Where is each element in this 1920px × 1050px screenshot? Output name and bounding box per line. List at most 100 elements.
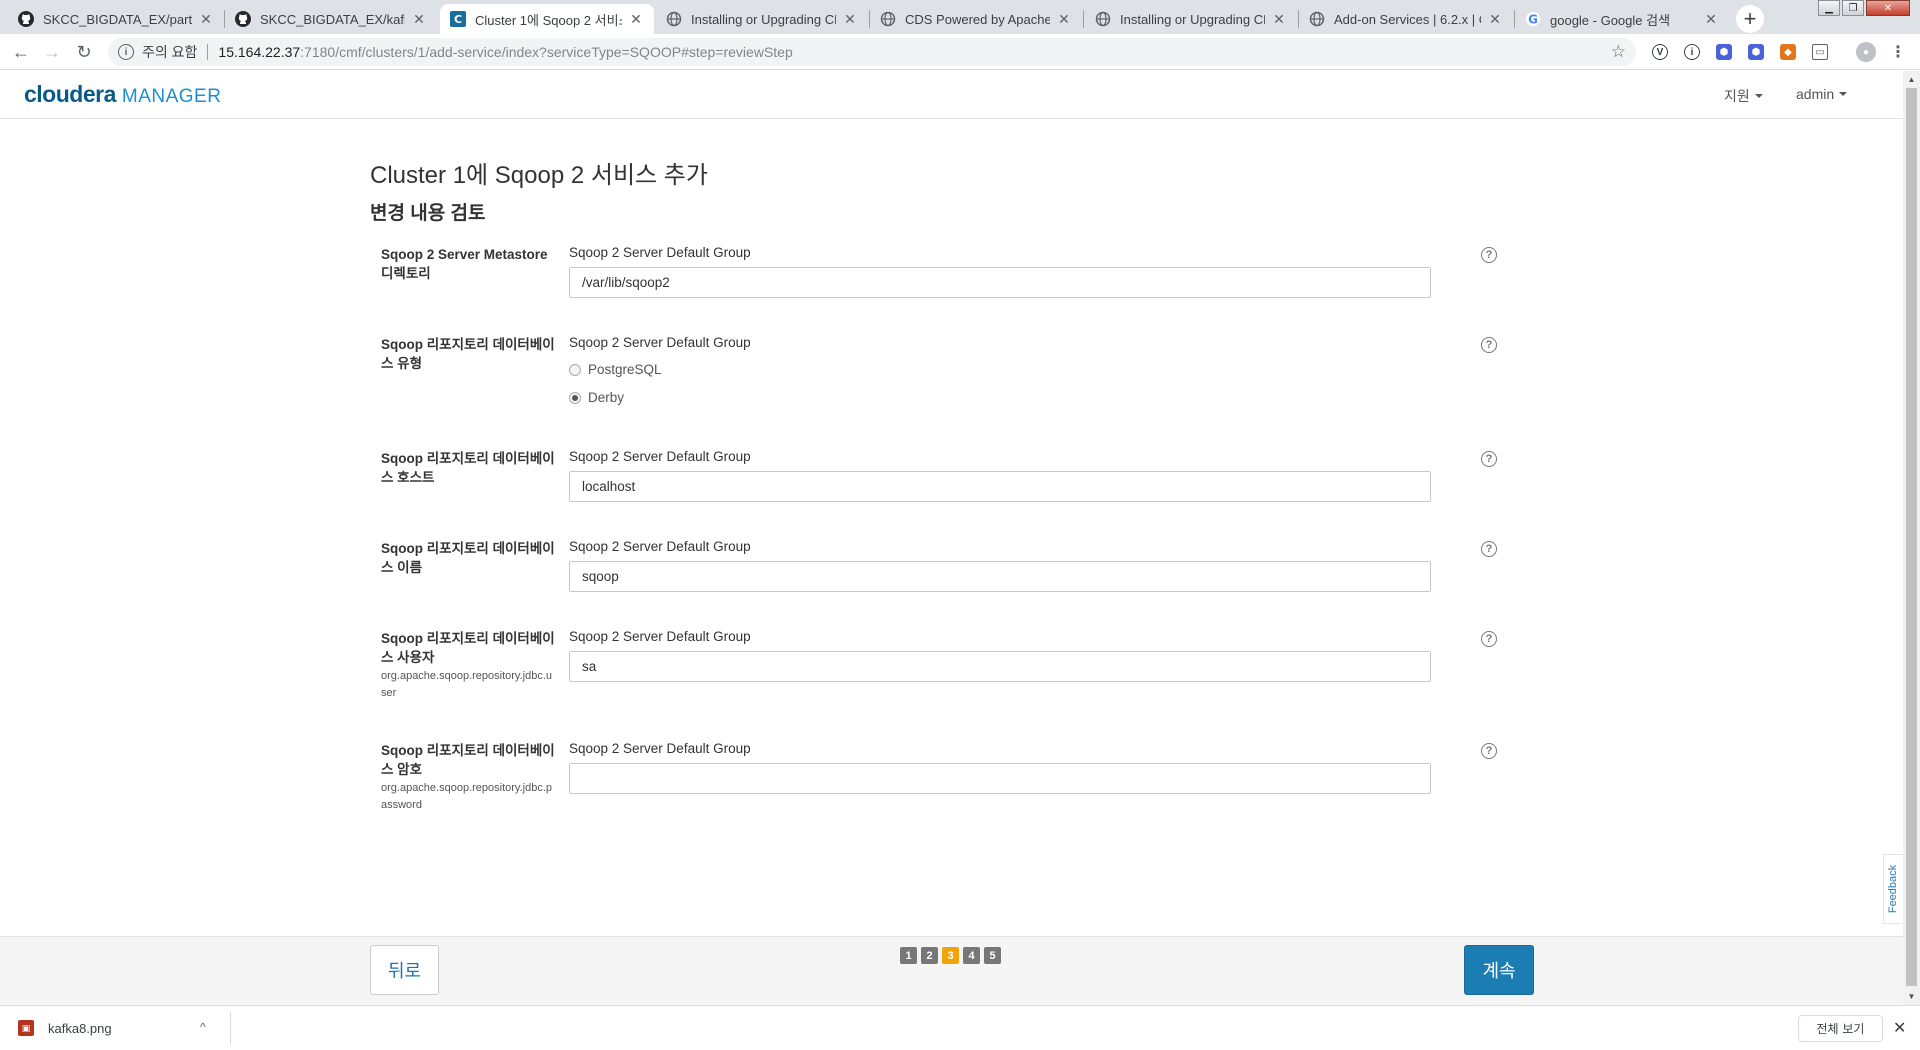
page-title: Cluster 1에 Sqoop 2 서비스 추가 (370, 162, 708, 189)
radio-label: PostgreSQL (588, 362, 662, 377)
step-5[interactable]: 5 (984, 947, 1001, 964)
close-icon[interactable]: ✕ (1271, 11, 1287, 27)
cast-icon[interactable]: ▭ (1812, 44, 1828, 60)
close-icon[interactable]: ✕ (628, 11, 644, 27)
browser-tab[interactable]: Installing or Upgrading CDH ✕ (1085, 4, 1297, 34)
config-label: Sqoop 2 Server Metastore 디렉토리 (381, 247, 548, 281)
radio-button-selected[interactable] (569, 391, 581, 404)
help-icon[interactable]: ? (1481, 541, 1497, 557)
config-group-label: Sqoop 2 Server Default Group (569, 629, 751, 644)
profile-avatar-icon[interactable]: ● (1856, 42, 1876, 62)
radio-derby[interactable]: Derby (569, 390, 624, 405)
globe-icon (666, 11, 682, 27)
tab-title: Installing or Upgrading CDH (691, 11, 836, 27)
close-icon[interactable]: ✕ (1703, 11, 1719, 27)
config-label: Sqoop 리포지토리 데이터베이스 유형 (381, 337, 555, 371)
browser-tab[interactable]: SKCC_BIGDATA_EX/kafka_su ✕ (225, 4, 437, 34)
close-icon[interactable]: ✕ (1487, 11, 1503, 27)
metamask-icon[interactable]: ◆ (1780, 44, 1796, 60)
scrollbar-thumb[interactable] (1906, 88, 1917, 986)
restore-button[interactable]: ❐ (1842, 0, 1864, 16)
radio-label: Derby (588, 390, 625, 405)
download-item[interactable]: ▣ kafka8.png (18, 1015, 112, 1041)
back-arrow-icon[interactable]: ← (7, 38, 35, 66)
config-row-db-host: Sqoop 리포지토리 데이터베이스 호스트 Sqoop 2 Server De… (381, 449, 1501, 509)
db-user-input[interactable] (569, 651, 1431, 682)
support-menu[interactable]: 지원 (1724, 86, 1763, 106)
config-row-db-name: Sqoop 리포지토리 데이터베이스 이름 Sqoop 2 Server Def… (381, 539, 1501, 599)
vertical-scrollbar[interactable]: ▲ ▼ (1903, 71, 1920, 1005)
address-bar[interactable]: i 주의 요함 15.164.22.37:7180/cmf/clusters/1… (108, 38, 1636, 66)
browser-tab[interactable]: Add-on Services | 6.2.x | Cl ✕ (1299, 4, 1513, 34)
config-group-label: Sqoop 2 Server Default Group (569, 449, 751, 464)
reload-icon[interactable]: ↻ (70, 38, 98, 66)
user-menu-label: admin (1796, 86, 1835, 102)
browser-tab[interactable]: G google - Google 검색 ✕ (1515, 4, 1729, 34)
feedback-tab[interactable]: Feedback (1883, 854, 1903, 924)
image-file-icon: ▣ (18, 1020, 34, 1036)
scroll-up-arrow-icon[interactable]: ▲ (1903, 71, 1920, 88)
extension-icon[interactable]: ⬢ (1716, 44, 1732, 60)
caret-down-icon (1754, 94, 1763, 98)
url-path: :7180/cmf/clusters/1/add-service/index?s… (300, 44, 793, 60)
config-row-db-password: Sqoop 리포지토리 데이터베이스 암호 org.apache.sqoop.re… (381, 741, 1501, 821)
back-button[interactable]: 뒤로 (370, 945, 439, 995)
browser-tab-active[interactable]: C Cluster 1에 Sqoop 2 서비스 ✕ (440, 4, 654, 34)
url-host: 15.164.22.37 (218, 44, 301, 60)
db-host-input[interactable] (569, 471, 1431, 502)
browser-tab-strip: SKCC_BIGDATA_EX/part1.md ✕ SKCC_BIGDATA_… (0, 0, 1920, 34)
help-icon[interactable]: ? (1481, 743, 1497, 759)
continue-button[interactable]: 계속 (1464, 945, 1534, 995)
browser-tab[interactable]: SKCC_BIGDATA_EX/part1.md ✕ (8, 4, 224, 34)
help-icon[interactable]: ? (1481, 337, 1497, 353)
show-all-downloads-button[interactable]: 전체 보기 (1798, 1015, 1883, 1042)
vivaldi-extension-icon[interactable]: V (1652, 44, 1668, 60)
chevron-up-icon[interactable]: ^ (200, 1020, 206, 1034)
menu-dots-icon[interactable]: ⋮ (1890, 44, 1906, 61)
browser-tab[interactable]: CDS Powered by Apache Sp ✕ (870, 4, 1082, 34)
cloudera-manager-logo[interactable]: cloudera MANAGER (24, 81, 221, 108)
wizard-step-indicator: 1 2 3 4 5 (900, 947, 1005, 964)
help-icon[interactable]: ? (1481, 631, 1497, 647)
config-property-name: org.apache.sqoop.repository.jdbc.passwor… (381, 782, 553, 811)
tab-title: SKCC_BIGDATA_EX/kafka_su (260, 11, 405, 27)
close-icon[interactable]: ✕ (1893, 1018, 1906, 1038)
config-property-name: org.apache.sqoop.repository.jdbc.user (381, 670, 553, 699)
page-subtitle: 변경 내용 검토 (370, 203, 486, 224)
radio-postgresql[interactable]: PostgreSQL (569, 362, 662, 377)
browser-tab[interactable]: Installing or Upgrading CDH ✕ (656, 4, 868, 34)
step-1[interactable]: 1 (900, 947, 917, 964)
help-icon[interactable]: ? (1481, 247, 1497, 263)
step-2[interactable]: 2 (921, 947, 938, 964)
db-password-input[interactable] (569, 763, 1431, 794)
extension-icon[interactable]: i (1684, 44, 1700, 60)
close-icon[interactable]: ✕ (411, 11, 427, 27)
minimize-button[interactable]: ▁ (1818, 0, 1840, 16)
github-icon (235, 11, 251, 27)
step-4[interactable]: 4 (963, 947, 980, 964)
new-tab-button[interactable]: + (1736, 5, 1764, 33)
close-icon[interactable]: ✕ (842, 11, 858, 27)
globe-icon (1095, 11, 1111, 27)
bookmark-star-icon[interactable]: ☆ (1611, 42, 1626, 62)
app-header: cloudera MANAGER 지원 admin (0, 71, 1903, 119)
logo-product: MANAGER (121, 86, 222, 107)
scroll-down-arrow-icon[interactable]: ▼ (1903, 988, 1920, 1005)
globe-icon (1309, 11, 1325, 27)
step-3-active[interactable]: 3 (942, 947, 959, 964)
window-close-button[interactable]: ✕ (1866, 0, 1910, 16)
security-warning[interactable]: 주의 요함 (142, 42, 197, 62)
radio-button[interactable] (569, 363, 581, 376)
extension-icon[interactable]: ⬢ (1748, 44, 1764, 60)
close-icon[interactable]: ✕ (198, 11, 214, 27)
close-icon[interactable]: ✕ (1056, 11, 1072, 27)
db-name-input[interactable] (569, 561, 1431, 592)
support-menu-label: 지원 (1724, 88, 1750, 104)
info-icon[interactable]: i (118, 44, 134, 60)
help-icon[interactable]: ? (1481, 451, 1497, 467)
forward-arrow-icon[interactable]: → (38, 38, 66, 66)
user-menu[interactable]: admin (1796, 86, 1848, 102)
config-row-db-type: Sqoop 리포지토리 데이터베이스 유형 Sqoop 2 Server Def… (381, 335, 1501, 415)
cloudera-icon: C (450, 11, 466, 27)
metastore-dir-input[interactable] (569, 267, 1431, 298)
